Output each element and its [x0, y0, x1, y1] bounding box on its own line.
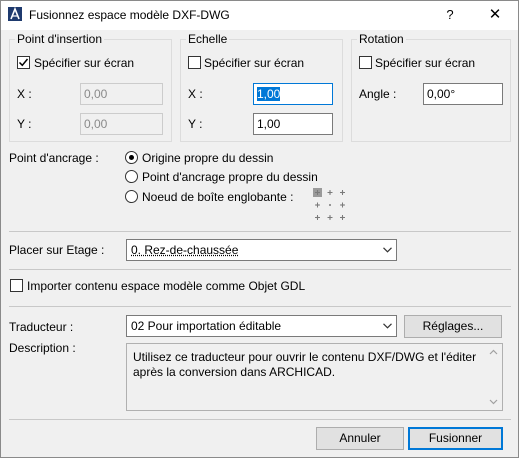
anchor-origin-label: Origine propre du dessin: [142, 151, 274, 165]
scale-title: Echelle: [186, 32, 230, 46]
description-value: Utilisez ce traducteur pour ouvrir le co…: [133, 350, 477, 379]
window-title: Fusionnez espace modèle DXF-DWG: [29, 8, 230, 22]
insertion-specify-label: Spécifier sur écran: [34, 56, 135, 70]
anchor-bbox-radio[interactable]: [125, 190, 138, 203]
scale-y-field[interactable]: 1,00: [253, 113, 333, 135]
close-button[interactable]: ✕: [472, 1, 518, 30]
rotation-specify-checkbox[interactable]: [359, 56, 372, 69]
merge-dialog: Fusionnez espace modèle DXF-DWG ? ✕ Poin…: [0, 0, 519, 458]
scroll-up-icon: [489, 349, 498, 355]
translator-value: 02 Pour importation éditable: [131, 319, 282, 333]
story-select[interactable]: 0. Rez-de-chaussée: [126, 239, 397, 261]
insertion-x-field[interactable]: 0,00: [80, 83, 163, 105]
merge-button-label: Fusionner: [428, 431, 483, 445]
title-bar: Fusionnez espace modèle DXF-DWG ? ✕: [1, 1, 518, 30]
scale-specify-label: Spécifier sur écran: [204, 56, 305, 70]
separator-4: [9, 419, 511, 420]
checkmark-icon: [18, 58, 29, 67]
chevron-down-icon: [383, 247, 392, 253]
translator-select[interactable]: 02 Pour importation éditable: [126, 315, 397, 337]
chevron-down-icon: [383, 323, 392, 329]
anchor-custom-radio[interactable]: [125, 170, 138, 183]
scroll-down-icon: [489, 399, 498, 405]
translator-label: Traducteur :: [9, 320, 74, 334]
scale-y-label: Y :: [188, 117, 203, 131]
insertion-y-label: Y :: [17, 117, 32, 131]
cancel-button-label: Annuler: [339, 431, 381, 445]
insertion-specify-checkbox[interactable]: [17, 56, 30, 69]
separator-1: [9, 231, 511, 232]
help-icon: ?: [446, 7, 454, 22]
insertion-y-field[interactable]: 0,00: [80, 113, 163, 135]
description-label: Description :: [9, 341, 76, 355]
separator-2: [9, 269, 511, 270]
import-gdl-label: Importer contenu espace modèle comme Obj…: [27, 279, 306, 293]
settings-button-label: Réglages...: [422, 319, 484, 333]
cancel-button[interactable]: Annuler: [316, 427, 404, 450]
settings-button[interactable]: Réglages...: [404, 315, 502, 338]
rotation-angle-value: 0,00°: [427, 87, 456, 101]
scale-x-label: X :: [188, 87, 203, 101]
separator-3: [9, 306, 511, 307]
rotation-angle-label: Angle :: [359, 87, 397, 101]
description-scrollbar[interactable]: [485, 344, 502, 410]
insertion-x-value: 0,00: [84, 87, 108, 101]
archicad-logo-icon: [8, 7, 22, 21]
merge-button[interactable]: Fusionner: [408, 427, 503, 450]
insertion-point-title: Point d'insertion: [15, 32, 105, 46]
close-icon: ✕: [488, 6, 502, 23]
anchor-bbox-label: Noeud de boîte englobante :: [142, 190, 294, 204]
rotation-specify-label: Spécifier sur écran: [375, 56, 476, 70]
rotation-title: Rotation: [357, 32, 406, 46]
insertion-y-value: 0,00: [84, 117, 108, 131]
import-gdl-checkbox[interactable]: [10, 279, 23, 292]
insertion-x-label: X :: [17, 87, 32, 101]
rotation-angle-field[interactable]: 0,00°: [423, 83, 503, 105]
story-label: Placer sur Etage :: [9, 243, 105, 257]
scale-x-value: 1,00: [257, 87, 281, 101]
scale-specify-checkbox[interactable]: [188, 56, 201, 69]
scale-x-field[interactable]: 1,00: [253, 83, 333, 105]
scale-y-value: 1,00: [257, 117, 281, 131]
anchor-origin-radio[interactable]: [125, 151, 138, 164]
description-text: Utilisez ce traducteur pour ouvrir le co…: [126, 343, 503, 411]
story-value: 0. Rez-de-chaussée: [131, 243, 239, 257]
help-button[interactable]: ?: [427, 1, 473, 30]
bounding-box-node-icon[interactable]: [313, 188, 347, 222]
anchor-label: Point d'ancrage :: [9, 151, 99, 165]
anchor-custom-label: Point d'ancrage propre du dessin: [142, 170, 318, 184]
